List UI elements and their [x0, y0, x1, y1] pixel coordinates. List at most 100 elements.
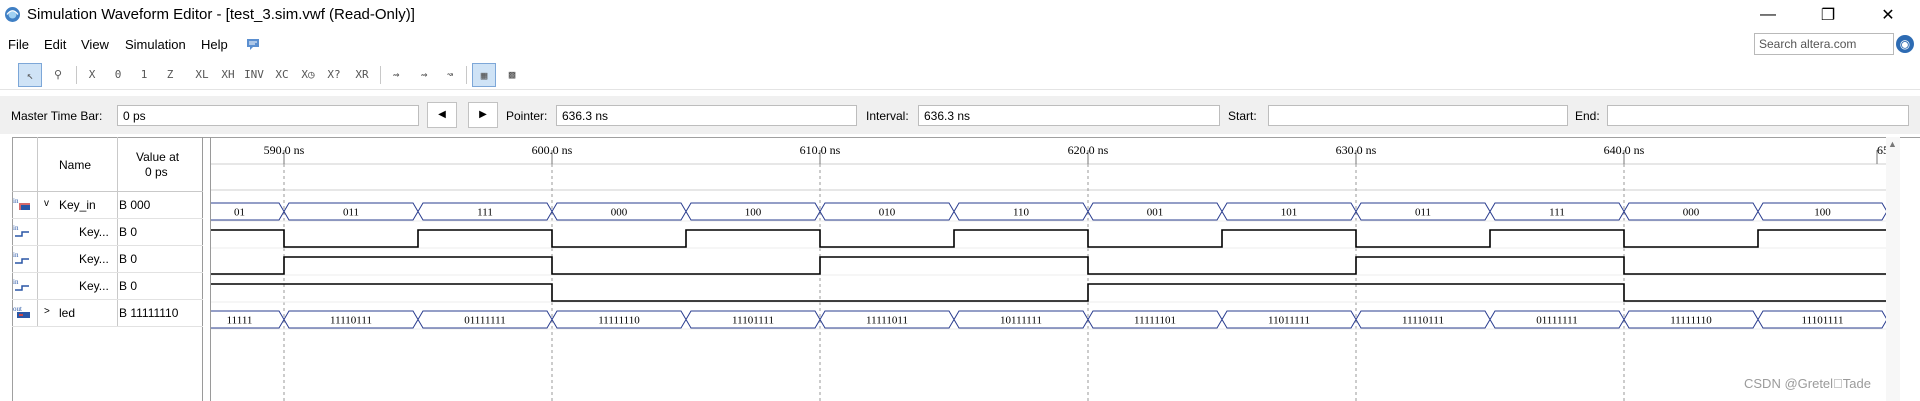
- next-transition-button[interactable]: ▶: [468, 102, 498, 128]
- led-value-label: 01111111: [464, 315, 506, 327]
- toolbar-separator: [380, 66, 381, 84]
- time-label: 610.0 ns: [800, 143, 841, 157]
- uninitialized-x-icon[interactable]: X: [80, 63, 104, 87]
- triangle-left-icon: ◀: [438, 109, 446, 120]
- key-in-value-label: 000: [1683, 207, 1700, 219]
- key-bit2-trace: [211, 229, 1887, 248]
- end-label: End:: [1575, 109, 1600, 123]
- grid-icon[interactable]: ▩: [500, 63, 524, 87]
- weak-high-h-icon[interactable]: XH: [216, 63, 240, 87]
- feedback-icon[interactable]: [246, 38, 260, 51]
- forcing-low-0-icon[interactable]: 0: [106, 63, 130, 87]
- signal-name-key-bit0[interactable]: Key...: [79, 279, 109, 293]
- window-title: Simulation Waveform Editor - [test_3.sim…: [27, 6, 415, 23]
- previous-transition-button[interactable]: ◀: [427, 102, 457, 128]
- restore-icon: ❐: [1820, 7, 1836, 24]
- led-value-label: 11111: [227, 315, 253, 327]
- led-value-label: 11111101: [1134, 315, 1176, 327]
- globe-icon[interactable]: ◉: [1896, 35, 1914, 53]
- input-pin-icon: in: [13, 251, 29, 264]
- start-field[interactable]: [1268, 105, 1568, 126]
- minimize-button[interactable]: —: [1740, 0, 1796, 30]
- input-bus-icon: in: [13, 197, 30, 210]
- signal-value-key-in: B 000: [119, 198, 151, 212]
- functional-simulation-icon[interactable]: ⇝: [384, 63, 408, 87]
- menu-edit[interactable]: Edit: [44, 37, 66, 52]
- selection-tool-icon[interactable]: ↖: [18, 63, 42, 87]
- led-value-label: 11111110: [1670, 315, 1712, 327]
- output-bus-icon: out: [13, 305, 30, 318]
- triangle-right-icon: ▶: [479, 109, 487, 120]
- interval-field[interactable]: 636.3 ns: [918, 105, 1220, 126]
- master-time-bar-field[interactable]: 0 ps: [117, 105, 419, 126]
- forcing-high-1-icon[interactable]: 1: [132, 63, 156, 87]
- signal-name-led[interactable]: led: [59, 306, 75, 320]
- menu-help[interactable]: Help: [201, 37, 228, 52]
- signal-name-key-in[interactable]: Key_in: [59, 198, 96, 212]
- search-input[interactable]: Search altera.com: [1754, 33, 1894, 55]
- restore-button[interactable]: ❐: [1800, 0, 1856, 30]
- key-in-value-label: 101: [1281, 207, 1298, 219]
- time-label: 620.0 ns: [1068, 143, 1109, 157]
- header-divider: [12, 191, 203, 192]
- timing-simulation-icon[interactable]: ⇝: [412, 63, 436, 87]
- time-label: 630.0 ns: [1336, 143, 1377, 157]
- key-in-segment: [211, 202, 285, 221]
- toolbar: ↖ ⚲ X 0 1 Z XL XH INV XC X◷ X? XR ⇝ ⇝ ↝ …: [0, 60, 1920, 90]
- watermark: CSDN @Gretel Tade: [1744, 376, 1871, 391]
- input-pin-icon: in: [13, 224, 29, 237]
- signal-value-key-bit1: B 0: [119, 252, 138, 266]
- time-bar: Master Time Bar: 0 ps ◀ ▶ Pointer: 636.3…: [0, 96, 1920, 134]
- arbitrary-value-icon[interactable]: X?: [322, 63, 346, 87]
- invert-inv-icon[interactable]: INV: [242, 63, 266, 87]
- led-value-label: 01111111: [1536, 315, 1578, 327]
- svg-text:in: in: [13, 197, 19, 205]
- svg-text:in: in: [13, 224, 19, 232]
- menu-simulation[interactable]: Simulation: [125, 37, 186, 52]
- end-field[interactable]: [1607, 105, 1909, 126]
- count-value-c-icon[interactable]: XC: [270, 63, 294, 87]
- key-in-value-label: 001: [1147, 207, 1164, 219]
- key-in-value-label: 011: [1415, 207, 1431, 219]
- close-button[interactable]: ✕: [1860, 0, 1916, 30]
- key-in-value-label: 011: [343, 207, 359, 219]
- menu-view[interactable]: View: [81, 37, 109, 52]
- key-bit1-trace: [211, 256, 1887, 275]
- app-logo-icon: [5, 7, 20, 22]
- interval-label: Interval:: [866, 109, 909, 123]
- pointer-label: Pointer:: [506, 109, 548, 123]
- signal-value-key-bit0: B 0: [119, 279, 138, 293]
- signal-name-key-bit2[interactable]: Key...: [79, 225, 109, 239]
- high-impedance-z-icon[interactable]: Z: [158, 63, 182, 87]
- signal-name-key-bit1[interactable]: Key...: [79, 252, 109, 266]
- minimize-icon: —: [1760, 6, 1776, 23]
- led-value-label: 11110111: [1402, 315, 1444, 327]
- snap-to-grid-icon[interactable]: ▦: [472, 63, 496, 87]
- title-bar: Simulation Waveform Editor - [test_3.sim…: [0, 0, 1920, 30]
- menu-file[interactable]: File: [8, 37, 29, 52]
- expand-toggle-icon[interactable]: v: [44, 198, 49, 209]
- zoom-tool-icon[interactable]: ⚲: [46, 63, 70, 87]
- key-in-value-label: 01: [234, 207, 245, 219]
- scroll-up-icon[interactable]: ▲: [1888, 139, 1897, 149]
- clock-icon[interactable]: X◷: [296, 63, 320, 87]
- key-in-value-label: 111: [1549, 207, 1565, 219]
- led-value-label: 11111011: [866, 315, 908, 327]
- led-value-label: 11101111: [1802, 315, 1844, 327]
- key-in-value-label: 100: [745, 207, 762, 219]
- waveform-canvas[interactable]: 590.0 ns 600.0 ns 610.0 ns 620.0 ns 630.0 ns…: [211, 138, 1887, 401]
- pointer-field[interactable]: 636.3 ns: [556, 105, 857, 126]
- value-column-header-time: 0 ps: [145, 165, 168, 179]
- expand-toggle-icon[interactable]: >: [44, 306, 50, 317]
- input-pin-icon: in: [13, 278, 29, 291]
- random-value-r-icon[interactable]: XR: [350, 63, 374, 87]
- weak-low-l-icon[interactable]: XL: [190, 63, 214, 87]
- netlist-viewer-icon[interactable]: ↝: [438, 63, 462, 87]
- key-bit0-trace: [211, 283, 1887, 302]
- vertical-scrollbar[interactable]: ▲: [1886, 137, 1900, 401]
- time-label: 600.0 ns: [532, 143, 573, 157]
- led-value-label: 11011111: [1268, 315, 1310, 327]
- led-value-label: 11101111: [732, 315, 774, 327]
- key-in-value-label: 111: [477, 207, 493, 219]
- led-value-label: 11111110: [598, 315, 640, 327]
